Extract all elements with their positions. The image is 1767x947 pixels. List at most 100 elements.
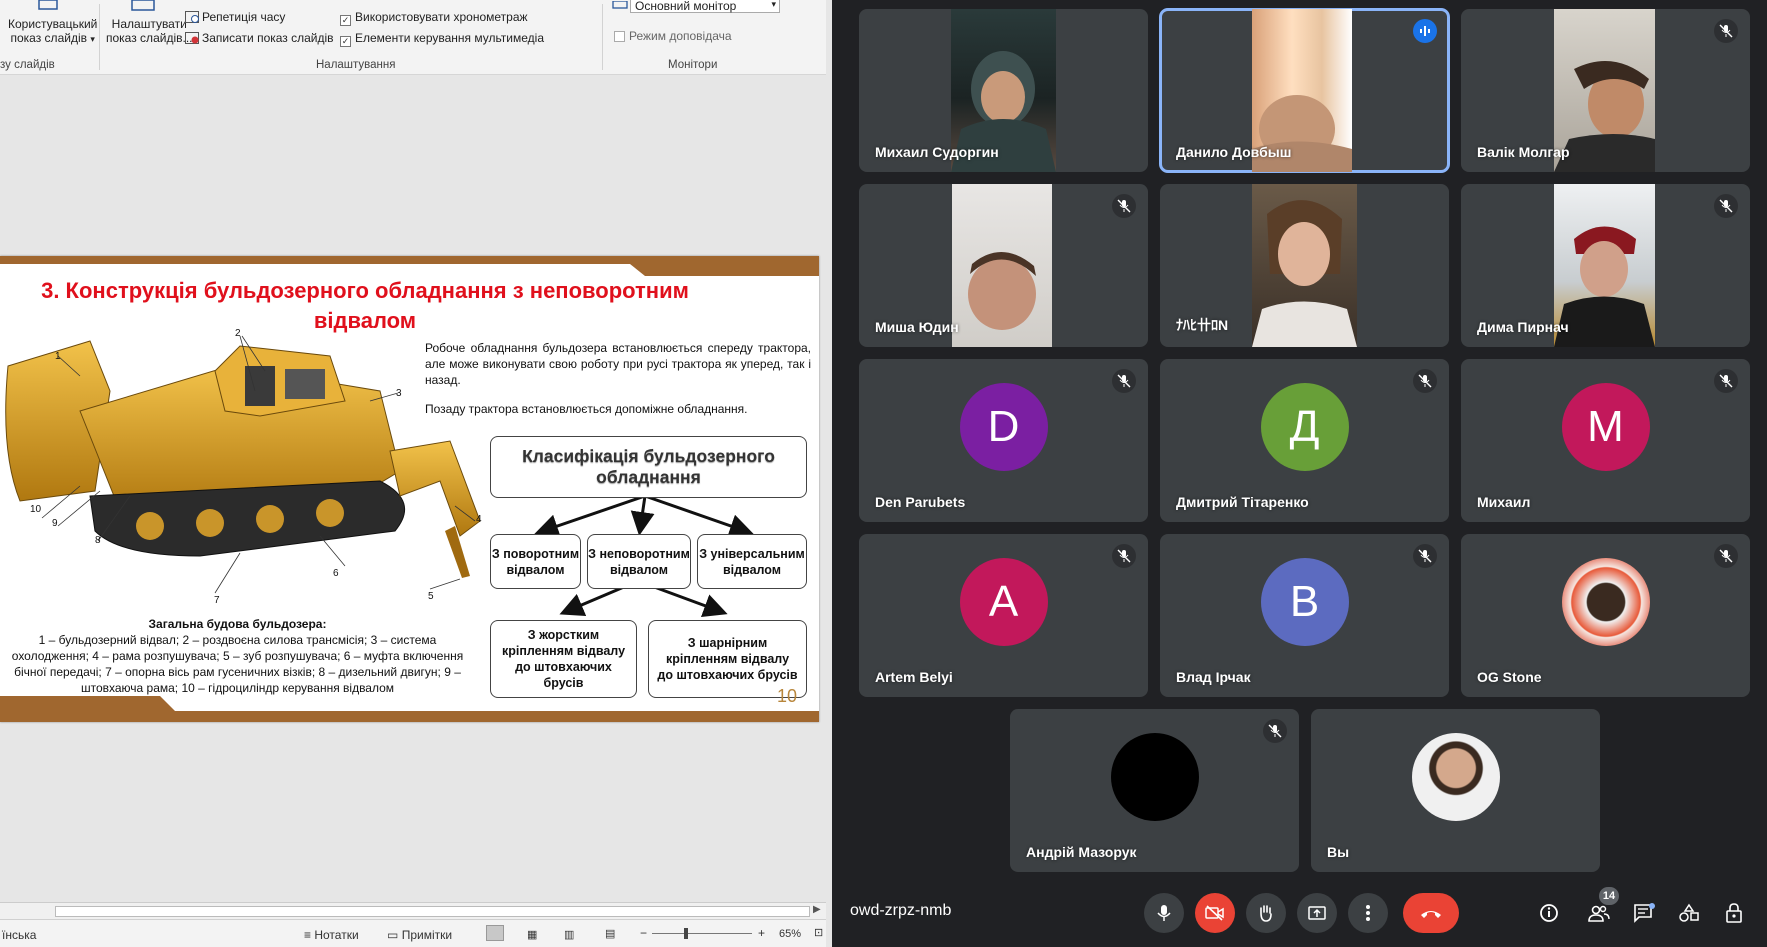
scroll-right-icon[interactable]: ▶ bbox=[813, 904, 821, 915]
participant-tile[interactable]: A Artem Belyi bbox=[859, 534, 1148, 697]
leave-call-button[interactable] bbox=[1403, 893, 1459, 933]
camera-button[interactable] bbox=[1195, 893, 1235, 933]
participant-name: ﾅﾊﾋ卄ﾛN bbox=[1176, 317, 1229, 333]
horizontal-scrollbar[interactable]: ▶ bbox=[0, 902, 826, 919]
mic-off-icon bbox=[1112, 544, 1136, 568]
setup-show-label-2: показ слайдів... bbox=[106, 31, 193, 45]
participant-name: Валік Молгар bbox=[1477, 144, 1570, 160]
zoom-slider-thumb[interactable] bbox=[684, 928, 688, 939]
zoom-in-icon[interactable]: + bbox=[758, 926, 765, 940]
zoom-out-icon[interactable]: − bbox=[640, 926, 647, 940]
activities-button[interactable] bbox=[1673, 897, 1705, 929]
hand-icon bbox=[1260, 905, 1272, 922]
slide[interactable]: 3. Конструкція бульдозерного обладнання … bbox=[0, 256, 819, 722]
participant-tile[interactable]: M Михаил bbox=[1461, 359, 1750, 522]
meeting-details-button[interactable] bbox=[1533, 897, 1565, 929]
participant-tile[interactable]: Миша Юдин bbox=[859, 184, 1148, 347]
participant-tile[interactable]: Д Дмитрий Тітаренко bbox=[1160, 359, 1449, 522]
participant-name: Вы bbox=[1327, 844, 1350, 860]
monitor-select[interactable]: Основний монітор ▾ bbox=[630, 0, 780, 13]
classification-box-rotary: З поворотним відвалом bbox=[490, 534, 581, 589]
info-icon bbox=[1540, 904, 1558, 922]
normal-view-icon[interactable] bbox=[486, 925, 504, 941]
checkbox-checked-icon: ✓ bbox=[340, 36, 351, 47]
raise-hand-button[interactable] bbox=[1246, 893, 1286, 933]
mic-off-icon bbox=[1714, 544, 1738, 568]
meeting-controls-bar: owd-zrpz-nmb 14 bbox=[832, 875, 1767, 947]
zoom-level[interactable]: 65% bbox=[779, 928, 801, 940]
scrollbar-thumb[interactable] bbox=[55, 906, 810, 917]
use-timings-checkbox[interactable]: ✓ Використовувати хронометраж bbox=[340, 10, 528, 26]
slideshow-icon[interactable]: ▤ bbox=[605, 927, 615, 940]
zoom-slider[interactable] bbox=[652, 933, 752, 934]
setup-show-label-1: Налаштувати bbox=[111, 17, 187, 31]
fit-slide-icon[interactable]: ⊡ bbox=[814, 926, 823, 939]
participant-name: Михаил Судоргин bbox=[875, 144, 999, 160]
classification-main-box: Класифікація бульдозерного обладнання bbox=[490, 436, 807, 498]
participant-name: Андрій Мазорук bbox=[1026, 844, 1137, 860]
people-button[interactable]: 14 bbox=[1583, 887, 1619, 929]
participant-name: Artem Belyi bbox=[875, 669, 953, 685]
participant-tile[interactable]: Валік Молгар bbox=[1461, 9, 1750, 172]
custom-show-button[interactable]: Користувацький показ слайдів ▾ bbox=[8, 17, 97, 45]
participant-video bbox=[1554, 184, 1655, 347]
participant-video bbox=[1252, 184, 1357, 347]
participant-name: Михаил bbox=[1477, 494, 1531, 510]
caption-title: Загальна будова бульдозера: bbox=[148, 617, 327, 631]
comment-icon: ▭ bbox=[387, 928, 399, 942]
group-label-setup: Налаштування bbox=[316, 59, 396, 71]
person-silhouette-icon bbox=[1554, 226, 1655, 347]
meet-window: Михаил Судоргин Данило Довбыш Валік Молг… bbox=[832, 0, 1767, 947]
speaking-indicator-icon bbox=[1413, 19, 1437, 43]
slide-sorter-icon[interactable]: ▦ bbox=[527, 928, 537, 941]
host-controls-button[interactable] bbox=[1719, 897, 1751, 929]
participant-tile[interactable]: Михаил Судоргин bbox=[859, 9, 1148, 172]
reading-view-icon[interactable]: ▥ bbox=[564, 928, 574, 941]
participant-tile[interactable]: Андрій Мазорук bbox=[1010, 709, 1299, 872]
participant-tile[interactable]: B Влад Ірчак bbox=[1160, 534, 1449, 697]
chat-icon bbox=[1634, 903, 1655, 923]
rehearse-timings-button[interactable]: Репетиція часу bbox=[185, 10, 285, 24]
media-controls-checkbox[interactable]: ✓ Елементи керування мультимедіа bbox=[340, 31, 544, 47]
meeting-code: owd-zrpz-nmb bbox=[850, 902, 952, 919]
notes-button[interactable]: ≡ Нотатки bbox=[304, 928, 359, 942]
powerpoint-window: Користувацький показ слайдів ▾ зу слайді… bbox=[0, 0, 826, 947]
record-show-button[interactable]: Записати показ слайдів ▾ bbox=[185, 31, 347, 45]
classification-box-fixed: З неповоротним відвалом bbox=[587, 534, 691, 589]
callout-1: 1 bbox=[55, 351, 61, 362]
avatar: Д bbox=[1260, 383, 1349, 472]
present-button[interactable] bbox=[1297, 893, 1337, 933]
chevron-down-icon: ▾ bbox=[90, 34, 95, 44]
participant-name: Дмитрий Тітаренко bbox=[1176, 494, 1309, 510]
callout-2: 2 bbox=[235, 328, 241, 339]
participant-video bbox=[952, 184, 1052, 347]
bulldozer-illustration bbox=[5, 335, 481, 594]
slide-paragraph-2: Позаду трактора встановлюється допоміжне… bbox=[425, 402, 748, 416]
comments-label: Примітки bbox=[401, 928, 453, 942]
language-indicator[interactable]: їнська bbox=[2, 928, 36, 942]
slide-number: 10 bbox=[777, 686, 798, 706]
participant-tile[interactable]: D Den Parubets bbox=[859, 359, 1148, 522]
more-vert-icon bbox=[1366, 905, 1370, 921]
setup-show-button[interactable]: Налаштувати показ слайдів... bbox=[106, 17, 192, 45]
use-timings-label: Використовувати хронометраж bbox=[355, 10, 528, 24]
avatar: A bbox=[959, 558, 1048, 647]
callout-4: 4 bbox=[476, 514, 482, 525]
participant-tile-speaking[interactable]: Данило Довбыш bbox=[1159, 8, 1450, 173]
chat-button[interactable] bbox=[1628, 897, 1660, 929]
participant-tile[interactable]: OG Stone bbox=[1461, 534, 1750, 697]
callout-8: 8 bbox=[95, 535, 101, 546]
presenter-view-label: Режим доповідача bbox=[629, 29, 732, 43]
participant-tile[interactable]: Дима Пирнач bbox=[1461, 184, 1750, 347]
participant-tile[interactable]: ﾅﾊﾋ卄ﾛN bbox=[1160, 184, 1449, 347]
callout-7: 7 bbox=[214, 595, 220, 606]
participant-name: Den Parubets bbox=[875, 494, 966, 510]
more-options-button[interactable] bbox=[1348, 893, 1388, 933]
presenter-view-checkbox[interactable]: Режим доповідача bbox=[614, 29, 732, 43]
comments-button[interactable]: ▭ Примітки bbox=[387, 928, 452, 942]
microphone-button[interactable] bbox=[1144, 893, 1184, 933]
self-tile[interactable]: Вы bbox=[1311, 709, 1600, 872]
person-silhouette-icon bbox=[1252, 200, 1357, 347]
avatar: M bbox=[1561, 383, 1650, 472]
callout-9: 9 bbox=[52, 518, 58, 529]
